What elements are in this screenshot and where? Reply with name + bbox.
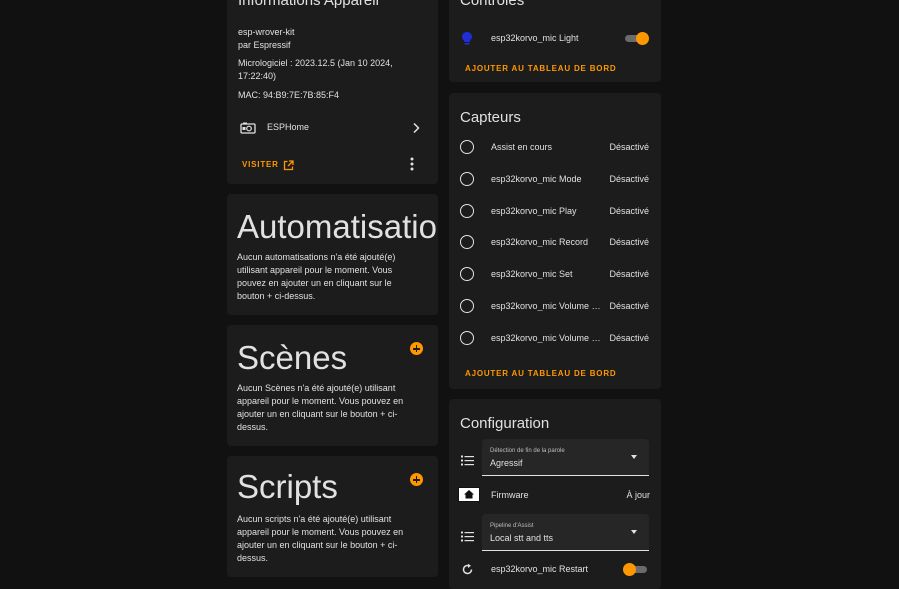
radio-circle-icon — [460, 330, 474, 345]
sensors-add-to-dashboard[interactable]: AJOUTER AU TABLEAU DE BORD — [465, 369, 616, 378]
configuration-title: Configuration — [460, 415, 550, 432]
sensor-state: Désactivé — [609, 237, 649, 248]
automations-card: Automatisations Aucun automatisations n'… — [227, 194, 438, 315]
sensor-label: Assist en cours — [491, 142, 553, 152]
sensor-state: Désactivé — [609, 205, 649, 216]
pipeline-label: Pipeline d'Assist — [490, 523, 534, 529]
visit-label: VISITER — [242, 160, 279, 169]
sensor-row[interactable]: esp32korvo_mic Play Désactivé — [449, 196, 661, 228]
firmware-row[interactable]: Firmware À jour — [449, 483, 661, 507]
sensor-state: Désactivé — [609, 332, 649, 343]
sensor-state: Désactivé — [609, 269, 649, 280]
list-icon — [461, 453, 474, 471]
radio-circle-icon — [460, 171, 474, 186]
device-mac: MAC: 94:B9:7E:7B:85:F4 — [238, 90, 340, 100]
pipeline-select[interactable]: Pipeline d'Assist Local stt and tts — [482, 514, 649, 551]
sensor-row[interactable]: esp32korvo_mic Mode Désactivé — [449, 164, 661, 196]
sensor-state: Désactivé — [609, 173, 649, 184]
sensor-label: esp32korvo_mic Set — [491, 269, 573, 280]
integration-label: ESPHome — [267, 122, 310, 132]
scenes-empty-text: Aucun Scènes n'a été ajouté(e) utilisant… — [237, 383, 404, 432]
firmware-state: À jour — [626, 490, 650, 500]
radio-circle-icon — [460, 140, 474, 154]
sensors-title: Capteurs — [460, 109, 521, 126]
sensor-label: esp32korvo_mic Volume Down — [491, 301, 603, 311]
sensor-row[interactable]: esp32korvo_mic Record Désactivé — [449, 227, 661, 259]
controls-card: Contrôles esp32korvo_mic Light AJOUTER A… — [449, 0, 661, 82]
dropdown-arrow-icon — [631, 455, 637, 459]
sensors-card: Capteurs Assist en cours Désactivé esp32ko… — [449, 93, 661, 389]
light-toggle[interactable] — [623, 31, 649, 45]
device-manufacturer: par Espressif — [238, 40, 291, 50]
device-info-card: Informations Appareil esp-wrover-kit par… — [227, 0, 438, 184]
firmware-label: Firmware — [491, 490, 529, 500]
end-detection-value: Agressif — [490, 458, 523, 468]
open-in-new-icon — [283, 158, 294, 176]
end-detection-select[interactable]: Détection de fin de la parole Agressif — [482, 439, 649, 476]
scripts-title: Scripts — [237, 468, 338, 505]
restart-icon — [461, 563, 474, 581]
sensor-label: esp32korvo_mic Play — [491, 205, 577, 216]
chevron-right-icon — [412, 121, 420, 139]
sensor-row[interactable]: esp32korvo_mic Set Désactivé — [449, 259, 661, 291]
device-model: esp-wrover-kit — [238, 27, 295, 37]
restart-row[interactable]: esp32korvo_mic Restart — [449, 559, 661, 583]
control-row-light[interactable]: esp32korvo_mic Light — [449, 23, 661, 55]
esphome-icon — [240, 121, 256, 139]
more-vert-icon[interactable] — [410, 157, 414, 176]
firmware-update-icon — [458, 487, 480, 507]
radio-circle-icon — [460, 235, 474, 250]
scenes-card: Scènes Aucun Scènes n'a été ajouté(e) ut… — [227, 325, 438, 446]
lightbulb-icon — [460, 31, 474, 45]
sensor-row[interactable]: Assist en cours Désactivé — [449, 132, 661, 164]
radio-circle-icon — [460, 203, 474, 218]
radio-circle-icon — [460, 267, 474, 282]
add-script-icon[interactable] — [410, 473, 423, 486]
scripts-card: Scripts Aucun scripts n'a été ajouté(e) … — [227, 456, 438, 577]
sensor-state: Désactivé — [609, 301, 649, 311]
end-detection-label: Détection de fin de la parole — [490, 448, 565, 454]
list-icon — [461, 529, 474, 547]
scenes-title: Scènes — [237, 339, 348, 376]
sensor-label: esp32korvo_mic Mode — [491, 173, 582, 184]
sensor-state: Désactivé — [609, 142, 649, 152]
add-scene-icon[interactable] — [410, 342, 423, 355]
controls-add-to-dashboard[interactable]: AJOUTER AU TABLEAU DE BORD — [465, 64, 616, 73]
controls-title: Contrôles — [460, 0, 525, 9]
automations-empty-text: Aucun automatisations n'a été ajouté(e) … — [237, 252, 396, 301]
pipeline-value: Local stt and tts — [490, 533, 554, 543]
radio-circle-icon — [460, 299, 474, 313]
restart-toggle[interactable] — [623, 562, 649, 576]
control-light-label: esp32korvo_mic Light — [491, 33, 579, 43]
configuration-card: Configuration Détection de fin de la par… — [449, 399, 661, 589]
automations-title: Automatisations — [237, 208, 438, 245]
restart-label: esp32korvo_mic Restart — [491, 564, 589, 574]
device-firmware: Micrologiciel : 2023.12.5 (Jan 10 2024, … — [238, 58, 393, 81]
sensor-row[interactable]: esp32korvo_mic Volume Up Désactivé — [449, 323, 661, 355]
integration-row[interactable]: ESPHome — [227, 116, 438, 140]
device-info-title: Informations Appareil — [238, 0, 379, 9]
dropdown-arrow-icon — [631, 530, 637, 534]
visit-link[interactable]: VISITER — [242, 158, 302, 172]
sensor-row[interactable]: esp32korvo_mic Volume Down Désactivé — [449, 291, 661, 323]
sensor-label: esp32korvo_mic Volume Up — [491, 332, 603, 343]
sensor-label: esp32korvo_mic Record — [491, 237, 589, 248]
scripts-empty-text: Aucun scripts n'a été ajouté(e) utilisan… — [237, 514, 404, 563]
